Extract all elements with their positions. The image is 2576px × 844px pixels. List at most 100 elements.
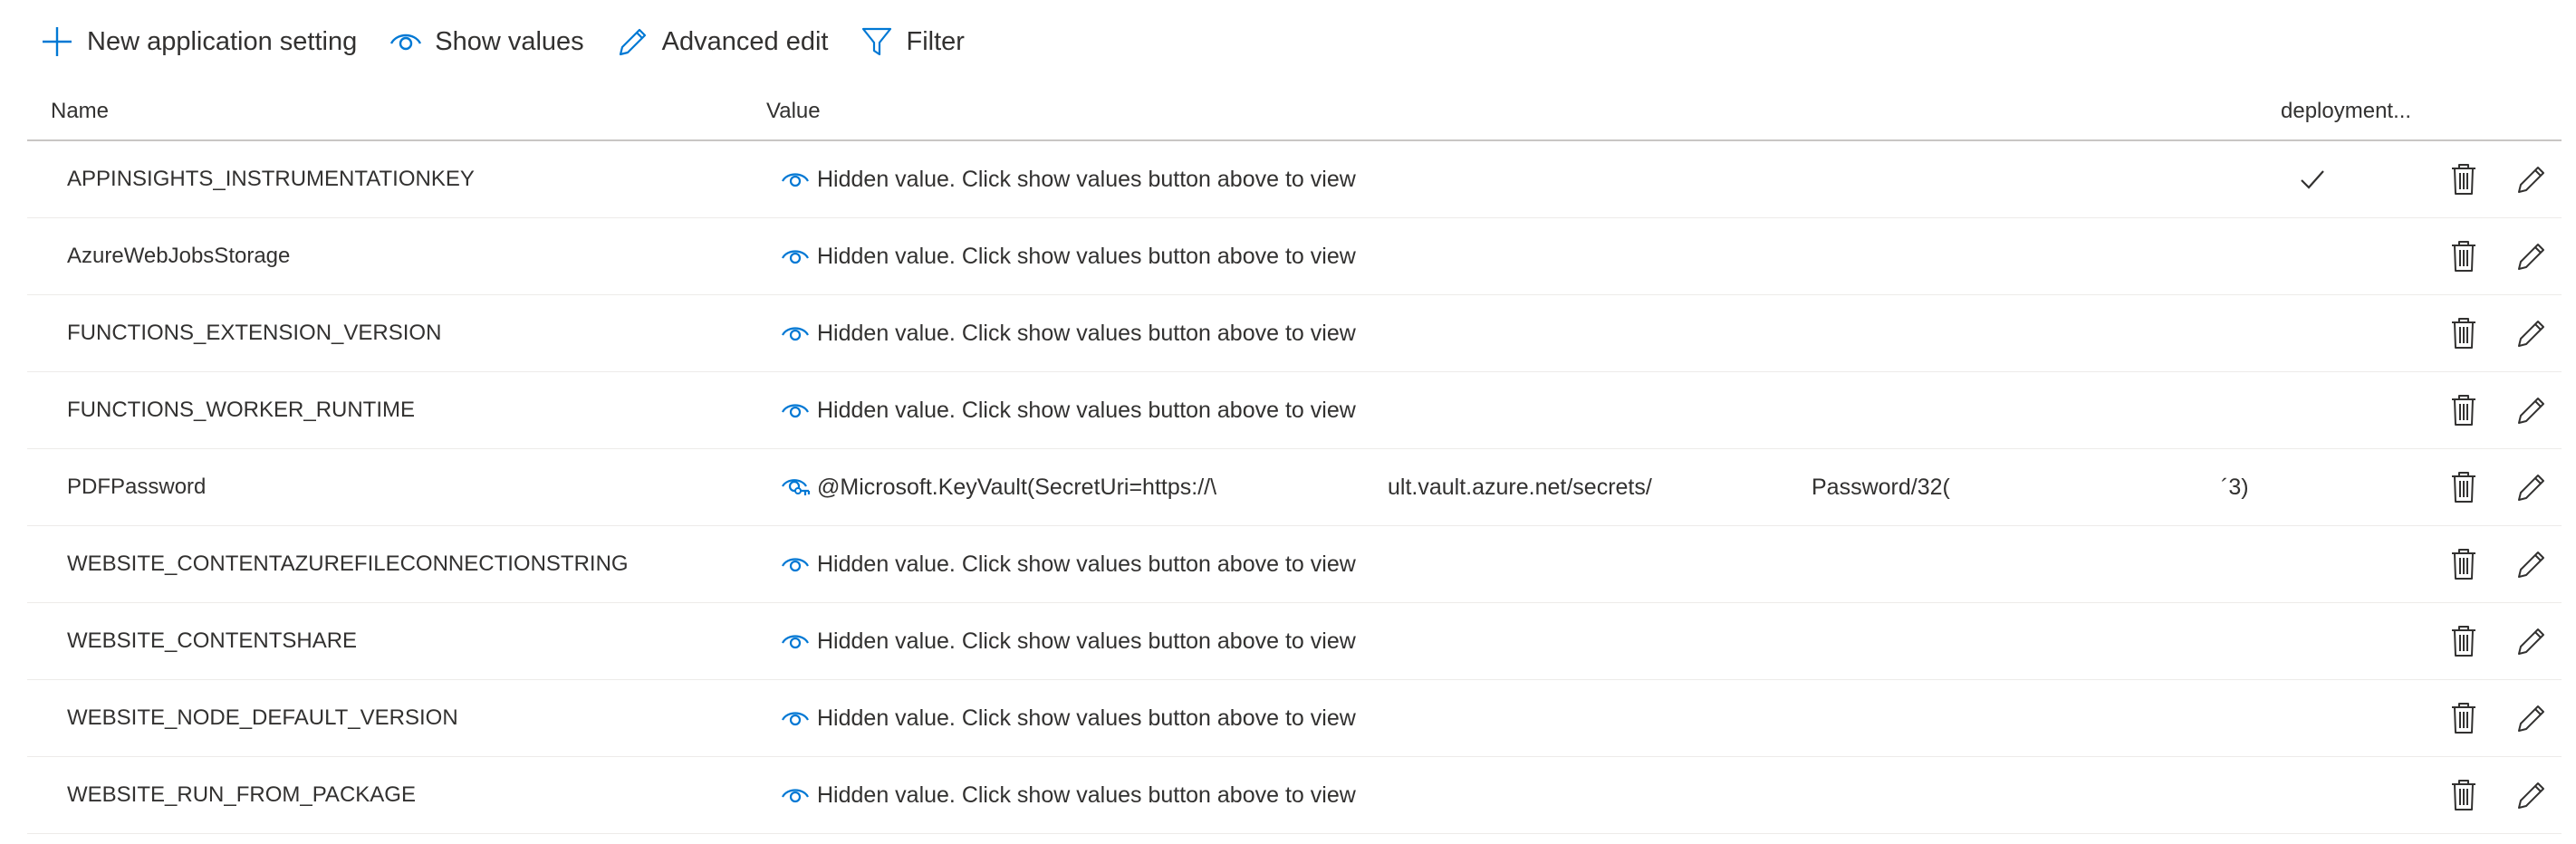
delete-setting-button[interactable] [2446, 392, 2482, 428]
pencil-icon [2518, 398, 2544, 424]
trash-icon [2452, 549, 2475, 580]
trash-icon [2452, 703, 2475, 734]
setting-name: WEBSITE_CONTENTAZUREFILECONNECTIONSTRING [67, 551, 629, 576]
setting-value: Hidden value. Click show values button a… [781, 603, 1356, 679]
setting-value [781, 449, 817, 525]
trash-icon [2452, 318, 2475, 349]
advanced-edit-button[interactable]: Advanced edit [617, 16, 828, 67]
pencil-icon [2518, 705, 2544, 732]
pencil-icon [2518, 628, 2544, 655]
table-row[interactable]: WEBSITE_CONTENTSHARE Hidden value. Click… [27, 603, 2562, 680]
hidden-value-text: Hidden value. Click show values button a… [817, 166, 1356, 192]
setting-value: Hidden value. Click show values button a… [781, 757, 1356, 833]
trash-icon [2452, 164, 2475, 195]
setting-name: WEBSITE_CONTENTSHARE [67, 628, 358, 653]
hidden-value-text: Hidden value. Click show values button a… [817, 782, 1356, 808]
hidden-value-text: Hidden value. Click show values button a… [817, 628, 1356, 654]
eye-icon [781, 631, 812, 651]
new-application-setting-label: New application setting [87, 26, 358, 56]
edit-setting-button[interactable] [2514, 700, 2550, 736]
column-header-value[interactable]: Value [766, 83, 821, 139]
table-row[interactable]: WEBSITE_NODE_DEFAULT_VERSION Hidden valu… [27, 680, 2562, 757]
setting-name: WEBSITE_NODE_DEFAULT_VERSION [67, 705, 458, 730]
pencil-icon [2518, 551, 2544, 578]
keyvault-reference-text: @Microsoft.KeyVault(SecretUri=https://\ [817, 475, 1217, 500]
setting-name: APPINSIGHTS_INSTRUMENTATIONKEY [67, 167, 475, 191]
setting-name: FUNCTIONS_WORKER_RUNTIME [67, 398, 416, 422]
table-header: Name Value deployment... [27, 83, 2562, 141]
table-body: APPINSIGHTS_INSTRUMENTATIONKEY Hidden va… [27, 141, 2562, 834]
eye-icon [781, 169, 812, 189]
keyvault-reference-text: ´3) [2221, 475, 2249, 500]
hidden-value-text: Hidden value. Click show values button a… [817, 551, 1356, 577]
delete-setting-button[interactable] [2446, 315, 2482, 351]
column-header-name[interactable]: Name [51, 83, 109, 139]
setting-value: Hidden value. Click show values button a… [781, 526, 1356, 602]
setting-name: WEBSITE_RUN_FROM_PACKAGE [67, 782, 416, 807]
keyvault-reference-text: ult.vault.azure.net/secrets/ [1388, 475, 1652, 500]
filter-button[interactable]: Filter [860, 16, 965, 67]
trash-icon [2452, 395, 2475, 426]
delete-setting-button[interactable] [2446, 623, 2482, 659]
edit-setting-button[interactable] [2514, 546, 2550, 582]
pencil-icon [2518, 475, 2544, 501]
column-header-deployment-slot-setting[interactable]: deployment... [2281, 83, 2411, 139]
delete-setting-button[interactable] [2446, 161, 2482, 197]
pencil-icon [2518, 244, 2544, 270]
table-row[interactable]: FUNCTIONS_WORKER_RUNTIME Hidden value. C… [27, 372, 2562, 449]
eye-icon [781, 323, 812, 343]
show-values-button[interactable]: Show values [389, 16, 584, 67]
table-row[interactable]: APPINSIGHTS_INSTRUMENTATIONKEY Hidden va… [27, 141, 2562, 218]
trash-icon [2452, 472, 2475, 503]
edit-setting-button[interactable] [2514, 392, 2550, 428]
pencil-icon [617, 25, 649, 58]
table-row[interactable]: PDFPassword @Microsoft.KeyVault(SecretUr… [27, 449, 2562, 526]
setting-name: AzureWebJobsStorage [67, 244, 291, 268]
new-application-setting-button[interactable]: New application setting [40, 16, 357, 67]
delete-setting-button[interactable] [2446, 546, 2482, 582]
edit-setting-button[interactable] [2514, 777, 2550, 813]
checkmark-icon [2298, 165, 2327, 194]
keyvault-reference-text: Password/32( [1812, 475, 1950, 500]
table-row[interactable]: WEBSITE_RUN_FROM_PACKAGE Hidden value. C… [27, 757, 2562, 834]
keyvault-reference-icon [781, 477, 812, 497]
edit-setting-button[interactable] [2514, 469, 2550, 505]
setting-value: Hidden value. Click show values button a… [781, 680, 1356, 756]
eye-icon [781, 400, 812, 420]
hidden-value-text: Hidden value. Click show values button a… [817, 243, 1356, 269]
plus-icon [40, 24, 74, 59]
pencil-icon [2518, 782, 2544, 809]
edit-setting-button[interactable] [2514, 238, 2550, 274]
eye-icon [389, 30, 422, 53]
trash-icon [2452, 626, 2475, 657]
pencil-icon [2518, 321, 2544, 347]
setting-value: Hidden value. Click show values button a… [781, 218, 1356, 294]
setting-name: FUNCTIONS_EXTENSION_VERSION [67, 321, 442, 345]
hidden-value-text: Hidden value. Click show values button a… [817, 705, 1356, 731]
delete-setting-button[interactable] [2446, 469, 2482, 505]
setting-value: Hidden value. Click show values button a… [781, 372, 1356, 448]
table-row[interactable]: AzureWebJobsStorage Hidden value. Click … [27, 218, 2562, 295]
filter-icon [860, 25, 893, 58]
edit-setting-button[interactable] [2514, 161, 2550, 197]
eye-icon [781, 708, 812, 728]
delete-setting-button[interactable] [2446, 700, 2482, 736]
pencil-icon [2518, 167, 2544, 193]
edit-setting-button[interactable] [2514, 315, 2550, 351]
eye-icon [781, 554, 812, 574]
app-settings-table: Name Value deployment... APPINSIGHTS_INS… [27, 83, 2562, 834]
edit-setting-button[interactable] [2514, 623, 2550, 659]
show-values-label: Show values [435, 26, 584, 56]
hidden-value-text: Hidden value. Click show values button a… [817, 397, 1356, 423]
trash-icon [2452, 241, 2475, 272]
table-row[interactable]: WEBSITE_CONTENTAZUREFILECONNECTIONSTRING… [27, 526, 2562, 603]
setting-value: Hidden value. Click show values button a… [781, 295, 1356, 371]
delete-setting-button[interactable] [2446, 238, 2482, 274]
setting-value: Hidden value. Click show values button a… [781, 141, 1356, 217]
table-row[interactable]: FUNCTIONS_EXTENSION_VERSION Hidden value… [27, 295, 2562, 372]
delete-setting-button[interactable] [2446, 777, 2482, 813]
hidden-value-text: Hidden value. Click show values button a… [817, 320, 1356, 346]
eye-icon [781, 246, 812, 266]
trash-icon [2452, 780, 2475, 810]
command-bar: New application setting Show values Adva… [40, 16, 997, 67]
